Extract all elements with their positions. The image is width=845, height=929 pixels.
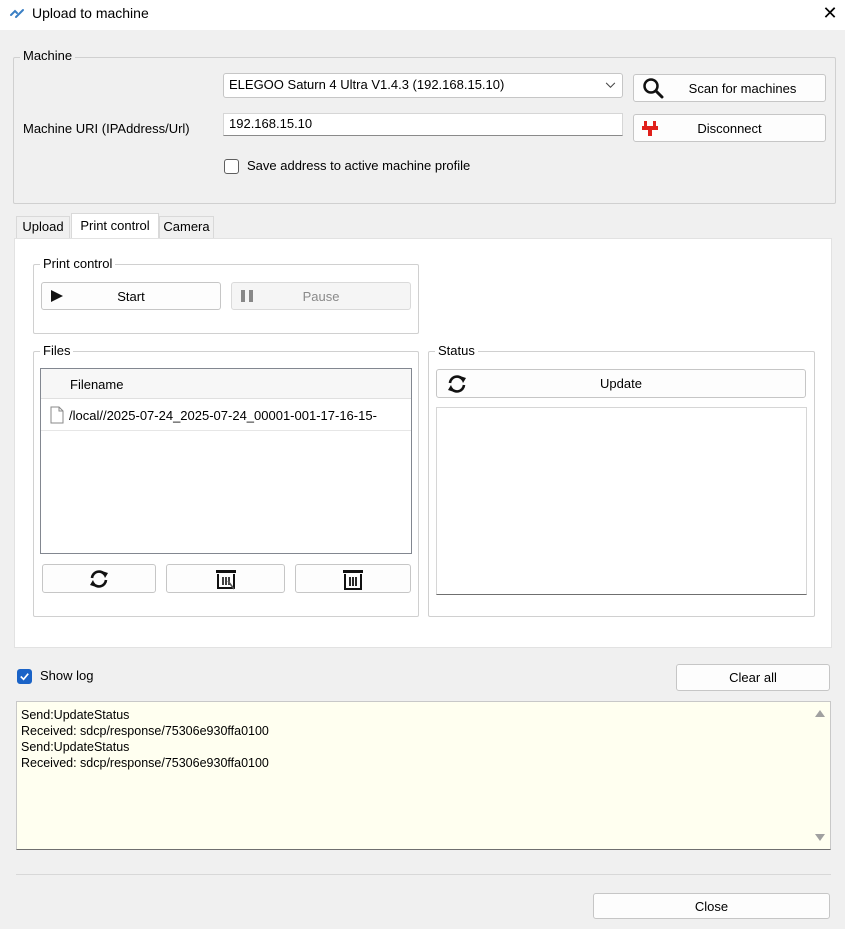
start-button[interactable]: Start [41,282,221,310]
scan-machines-button[interactable]: Scan for machines [633,74,826,102]
machine-group-legend: Machine [20,49,76,63]
machine-select-value: ELEGOO Saturn 4 Ultra V1.4.3 (192.168.15… [229,77,505,92]
status-text-area[interactable] [436,407,807,595]
log-line: Received: sdcp/response/75306e930ffa0100 [21,724,269,738]
scroll-up-arrow-icon[interactable] [815,709,825,717]
log-line: Send:UpdateStatus [21,708,130,722]
close-label: Close [694,898,729,914]
pause-icon [240,289,254,303]
plug-icon [642,119,658,137]
files-list-header[interactable]: Filename [41,369,411,399]
tab-camera[interactable]: Camera [159,216,214,239]
update-status-button[interactable]: Update [436,369,806,398]
filename-column-header[interactable]: Filename [70,377,123,392]
start-label: Start [117,288,145,304]
download-icon [215,569,236,589]
log-scrollbar[interactable] [810,702,830,849]
save-address-checkbox[interactable] [224,159,239,174]
scroll-down-arrow-icon[interactable] [815,834,825,842]
close-button[interactable]: Close [593,893,830,919]
update-status-label: Update [600,376,642,391]
window-title: Upload to machine [32,5,149,21]
chevron-down-icon [605,82,616,88]
log-line: Received: sdcp/response/75306e930ffa0100 [21,756,269,770]
search-icon [642,77,664,99]
file-name: /local//2025-07-24_2025-07-24_00001-001-… [69,408,377,423]
clear-all-label: Clear all [729,670,777,685]
table-row[interactable]: /local//2025-07-24_2025-07-24_00001-001-… [41,400,411,431]
machine-select[interactable]: ELEGOO Saturn 4 Ultra V1.4.3 (192.168.15… [223,73,623,98]
footer-separator [16,874,831,875]
title-bar: Upload to machine ✕ [0,0,845,30]
log-lines: Send:UpdateStatus Received: sdcp/respons… [21,707,269,771]
clear-all-button[interactable]: Clear all [676,664,830,691]
show-log-checkbox[interactable] [17,669,32,684]
delete-file-button[interactable] [295,564,411,593]
refresh-icon [90,569,108,588]
pause-button[interactable]: Pause [231,282,411,310]
scan-machines-label: Scan for machines [688,80,797,96]
log-line: Send:UpdateStatus [21,740,130,754]
save-address-label[interactable]: Save address to active machine profile [247,158,470,173]
log-output[interactable]: Send:UpdateStatus Received: sdcp/respons… [16,701,831,850]
print-control-legend: Print control [40,257,116,271]
tab-print-control[interactable]: Print control [71,213,159,238]
show-log-label[interactable]: Show log [40,668,93,683]
machine-uri-label: Machine URI (IPAddress/Url) [23,121,190,136]
status-legend: Status [435,344,478,358]
machine-uri-input[interactable]: 192.168.15.10 [223,113,623,136]
close-window-button[interactable]: ✕ [818,2,842,26]
link-icon [10,9,24,18]
files-legend: Files [40,344,74,358]
checkmark-icon [20,673,29,681]
disconnect-button[interactable]: Disconnect [633,114,826,142]
pause-label: Pause [302,288,340,304]
files-list[interactable]: Filename /local//2025-07-24_2025-07-24_0… [40,368,412,554]
file-icon [50,406,64,424]
refresh-files-button[interactable] [42,564,156,593]
disconnect-label: Disconnect [697,120,762,136]
trash-icon [343,569,363,590]
play-icon [50,289,64,303]
refresh-icon [445,374,469,394]
download-file-button[interactable] [166,564,285,593]
tab-upload[interactable]: Upload [16,216,70,239]
